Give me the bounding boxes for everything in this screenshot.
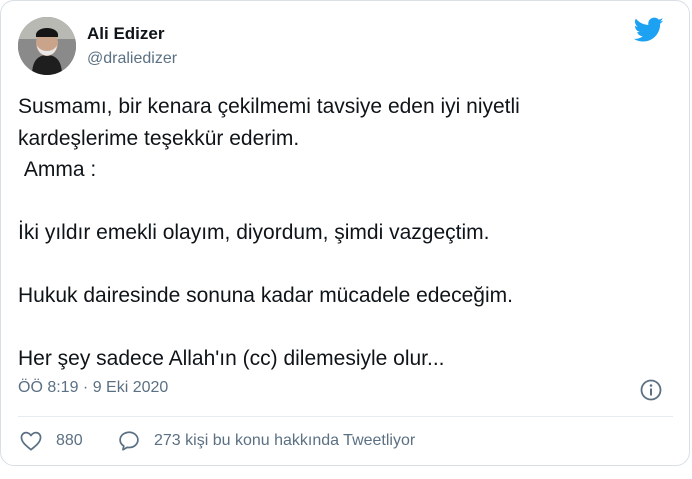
tweet-card: Ali Edizer @draliedizer Susmamı, bir ken… <box>0 0 690 466</box>
info-icon[interactable] <box>639 378 663 402</box>
like-count: 880 <box>56 432 83 449</box>
heart-icon <box>20 431 42 451</box>
avatar[interactable] <box>18 17 76 75</box>
author-handle[interactable]: @draliedizer <box>87 50 177 68</box>
like-button[interactable]: 880 <box>20 429 83 453</box>
twitter-bird-icon[interactable] <box>633 17 664 43</box>
tweet-text: Susmamı, bir kenara çekilmemi tavsiye ed… <box>18 95 520 370</box>
tweet-timestamp[interactable]: ÖÖ 8:19 · 9 Eki 2020 <box>18 379 168 397</box>
divider <box>18 416 673 417</box>
reply-button[interactable]: 273 kişi bu konu hakkında Tweetliyor <box>118 429 415 453</box>
speech-bubble-icon <box>119 431 139 451</box>
profile-photo <box>18 17 76 75</box>
author-display-name[interactable]: Ali Edizer <box>87 24 164 44</box>
reply-label: 273 kişi bu konu hakkında Tweetliyor <box>154 432 416 449</box>
